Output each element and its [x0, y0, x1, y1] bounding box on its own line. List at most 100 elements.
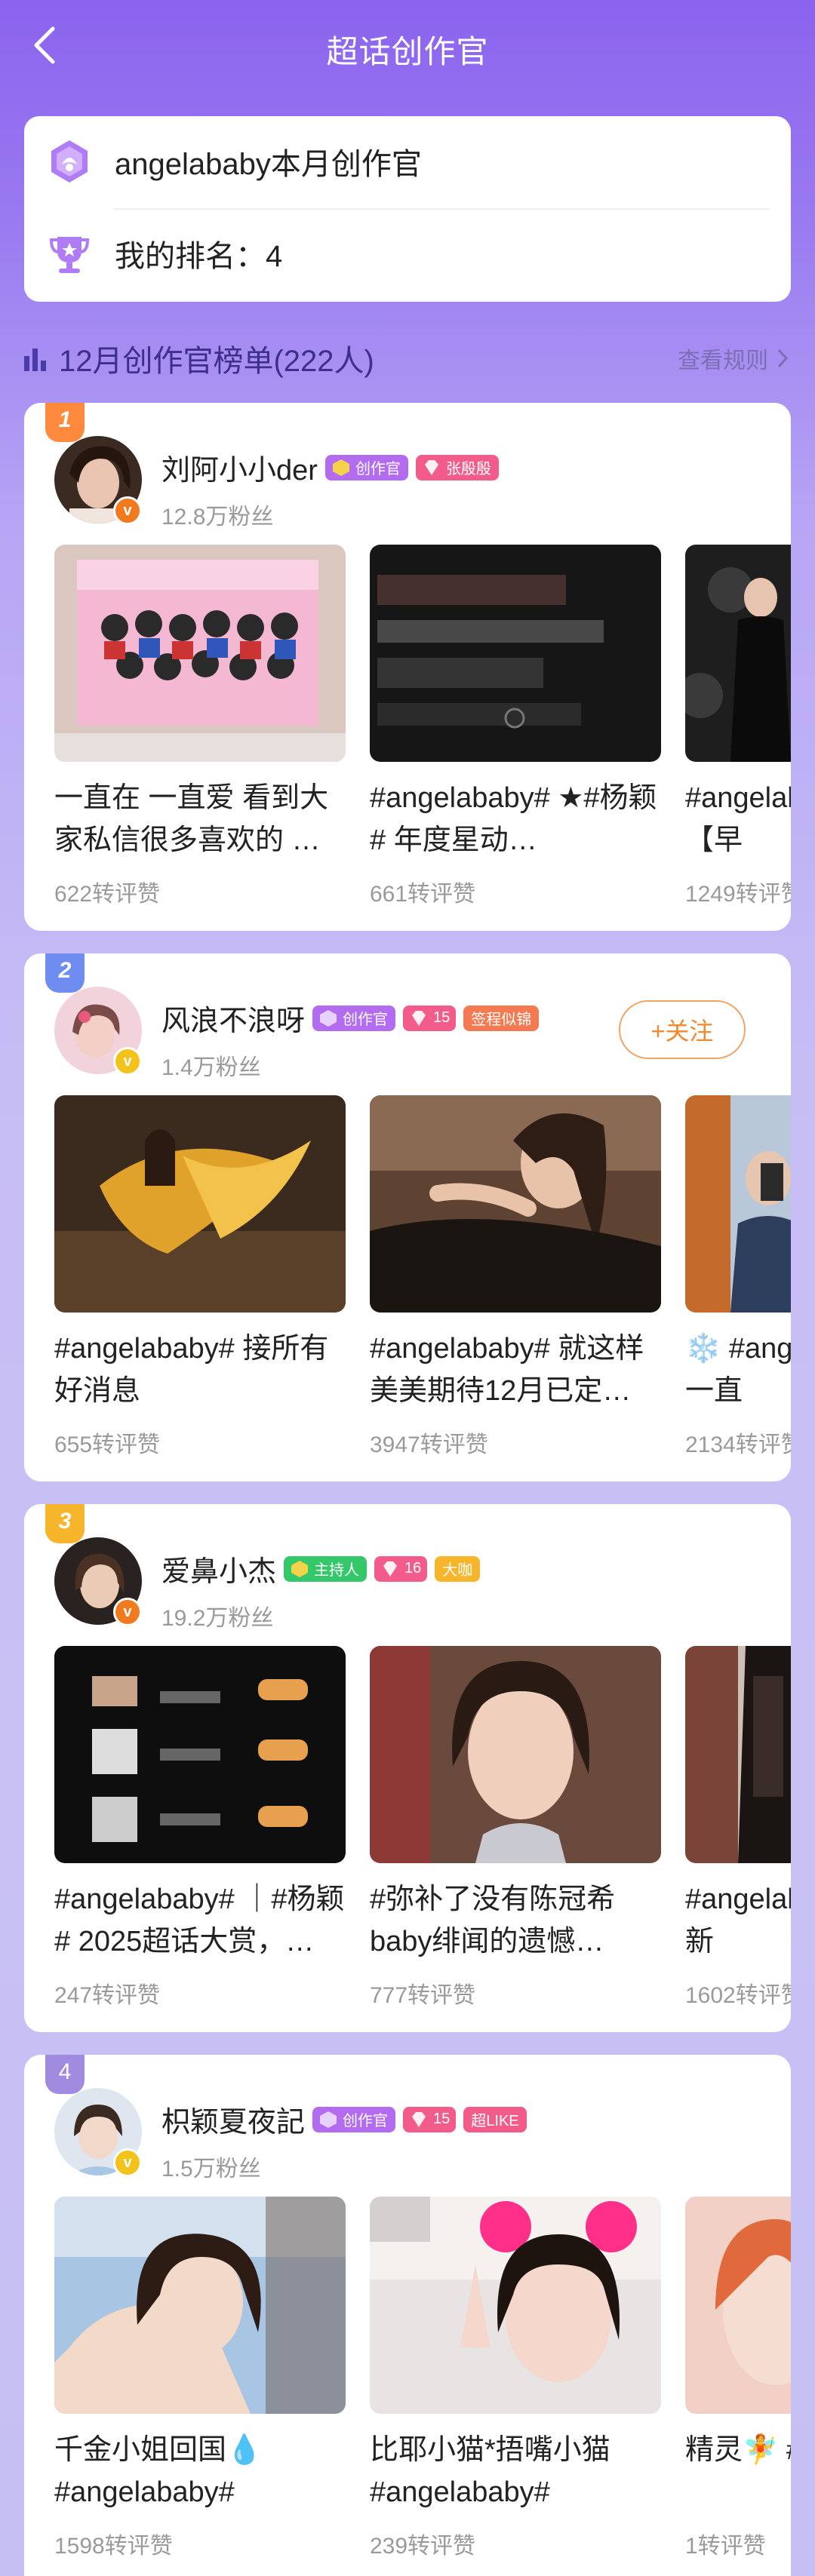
trophy-icon — [49, 237, 90, 273]
post-card[interactable]: #angelababy# ｜#杨颖# 2025超话大赏，… 247转评赞 — [54, 1646, 346, 2010]
post-card[interactable]: 比耶小猫*捂嘴小猫 #angelababy# 239转评赞 — [370, 2197, 661, 2560]
post-card[interactable]: #angelababy#杨颖# 【早 1249转评赞 — [685, 545, 791, 908]
tag-label: 创作官 — [343, 1012, 389, 1028]
post-thumbnail[interactable] — [54, 2197, 346, 2414]
tag-label: 创作官 — [343, 2113, 389, 2129]
creator-label: angelababy本月创作官 — [115, 148, 422, 181]
username[interactable]: 爱鼻小杰 — [161, 1548, 276, 1589]
post-thumbnail[interactable] — [54, 1095, 346, 1313]
post-list: #angelababy# 接所有好消息 655转评赞 #angelababy# … — [54, 1095, 791, 1472]
creator-badge-icon — [51, 140, 88, 183]
rank-badge: 4 — [45, 2055, 85, 2094]
post-stats: 1598转评赞 — [54, 2534, 173, 2559]
post-card[interactable]: 一直在 一直爱 看到大家私信很多喜欢的 … 622转评赞 — [54, 545, 346, 908]
fans-count: 1.4万粉丝 — [161, 1055, 261, 1080]
post-text: #angelababy# ｜#杨颖# 2025超话大赏，… — [54, 1884, 345, 1957]
creator-tag: 创作官 — [324, 454, 408, 481]
verified-badge-icon: v — [113, 1047, 142, 1076]
name-row: 枳颖夏夜記 创作官 15 超LIKE — [161, 2099, 534, 2140]
post-card[interactable]: #angelababy# ★#杨颖# 年度星动… 661转评赞 — [370, 545, 661, 908]
rank-badge: 3 — [45, 1504, 85, 1543]
username[interactable]: 枳颖夏夜記 — [161, 2099, 305, 2140]
post-stats: 661转评赞 — [370, 882, 476, 907]
post-text: #angelababy#杨颖# 【早 — [685, 782, 791, 856]
post-thumbnail[interactable] — [54, 1646, 346, 1863]
tag-label: 超LIKE — [471, 2113, 519, 2129]
level-15-icon — [408, 2108, 430, 2131]
post-card[interactable]: 精灵🧚 #angelababy# 1转评赞 — [685, 2197, 791, 2560]
rank-badge: 2 — [45, 953, 85, 993]
username[interactable]: 刘阿小小der — [161, 447, 318, 488]
post-card[interactable]: #angelababy#杨颖# 愿新 1602转评赞 — [685, 1646, 791, 2010]
post-stats: 777转评赞 — [370, 1983, 476, 2008]
tag-label: 主持人 — [314, 1562, 360, 1579]
post-stats: 239转评赞 — [370, 2534, 476, 2559]
post-card[interactable]: #angelababy# 接所有好消息 655转评赞 — [54, 1095, 346, 1459]
leaderboard-card-2[interactable]: 2 v 风浪不浪呀 创作官 15 签程似锦 1.4万粉丝 +关注 #angela… — [24, 953, 791, 1481]
post-stats: 2134转评赞 — [685, 1432, 791, 1457]
tag-label: 15 — [433, 1009, 451, 1026]
creator-badge-icon — [317, 2108, 340, 2131]
title-tag: 超LIKE — [463, 2106, 527, 2132]
tag-label: 张殷殷 — [445, 461, 491, 477]
post-thumbnail[interactable] — [370, 1646, 661, 1863]
creator-tag: 创作官 — [312, 2106, 396, 2132]
post-thumbnail[interactable] — [54, 545, 346, 762]
rank-badge: 1 — [45, 403, 85, 442]
post-thumbnail[interactable] — [685, 1646, 791, 1863]
post-thumbnail[interactable] — [370, 2197, 661, 2414]
host-badge-icon — [288, 1558, 311, 1580]
name-row: 风浪不浪呀 创作官 15 签程似锦 — [161, 997, 546, 1039]
creator-badge-icon — [330, 456, 352, 479]
leaderboard-header: 12月创作官榜单(222人) 查看规则 — [24, 332, 791, 385]
fan-tag: 张殷殷 — [415, 454, 499, 481]
verified-badge-icon: v — [113, 2148, 142, 2177]
leaderboard-title-group: 12月创作官榜单(222人) — [24, 336, 374, 380]
post-thumbnail[interactable] — [370, 1095, 661, 1313]
fans-count: 1.5万粉丝 — [161, 2157, 261, 2181]
post-list: #angelababy# ｜#杨颖# 2025超话大赏，… 247转评赞 #弥补… — [54, 1646, 791, 2023]
level-15-icon — [408, 1007, 430, 1030]
name-row: 刘阿小小der 创作官 张殷殷 — [161, 447, 506, 488]
bar-chart-icon — [24, 348, 46, 371]
username[interactable]: 风浪不浪呀 — [161, 997, 305, 1039]
level-16-icon — [379, 1558, 401, 1580]
leaderboard-title: 12月创作官榜单(222人) — [59, 345, 374, 378]
leaderboard-card-3[interactable]: 3 v 爱鼻小杰 主持人 16 大咖 19.2万粉丝 #angelababy# … — [24, 1504, 791, 2032]
post-stats: 655转评赞 — [54, 1432, 161, 1457]
post-text: #angelababy# ★#杨颖# 年度星动… — [370, 782, 657, 856]
post-card[interactable]: 千金小姐回国💧 #angelababy# 1598转评赞 — [54, 2197, 346, 2560]
post-stats: 622转评赞 — [54, 882, 161, 907]
post-thumbnail[interactable] — [685, 545, 791, 762]
my-rank-label: 我的排名：4 — [115, 240, 283, 273]
post-stats: 1249转评赞 — [685, 882, 791, 907]
fans-count: 19.2万粉丝 — [161, 1606, 274, 1631]
chevron-left-icon — [34, 26, 55, 64]
leaderboard-card-4[interactable]: 4 v 枳颖夏夜記 创作官 15 超LIKE 1.5万粉丝 千金小姐回国💧 #a… — [24, 2055, 791, 2576]
creator-badge-icon — [317, 1007, 340, 1030]
leaderboard-card-1[interactable]: 1 v 刘阿小小der 创作官 张殷殷 12.8万粉丝 一直在 一直爱 看到大家… — [24, 403, 791, 931]
my-rank-row: 我的排名：4 — [45, 229, 282, 278]
post-stats: 1602转评赞 — [685, 1983, 791, 2008]
follow-button[interactable]: +关注 — [619, 1000, 746, 1059]
post-text: #弥补了没有陈冠希baby绯闻的遗憾… — [370, 1884, 616, 1957]
post-card[interactable]: ❄️ #angelababy# 这样一直 2134转评赞 — [685, 1095, 791, 1459]
level-tag: 15 — [403, 1005, 457, 1031]
title-tag: 大咖 — [435, 1555, 481, 1582]
back-button[interactable] — [21, 23, 66, 68]
post-card[interactable]: #angelababy# 就这样美美期待12月已定… 3947转评赞 — [370, 1095, 661, 1459]
post-card[interactable]: #弥补了没有陈冠希baby绯闻的遗憾… 777转评赞 — [370, 1646, 661, 2010]
divider — [113, 208, 770, 210]
host-tag: 主持人 — [284, 1555, 368, 1582]
view-rules-link[interactable]: 查看规则 — [678, 342, 791, 375]
post-text: 精灵🧚 #angelababy# — [685, 2434, 791, 2466]
creator-row[interactable]: angelababy本月创作官 — [45, 137, 422, 186]
post-stats: 247转评赞 — [54, 1983, 161, 2008]
diamond-icon — [420, 456, 443, 479]
post-thumbnail[interactable] — [685, 2197, 791, 2414]
tag-label: 创作官 — [355, 461, 401, 477]
post-thumbnail[interactable] — [685, 1095, 791, 1313]
creator-summary-card: angelababy本月创作官 我的排名：4 — [24, 116, 791, 302]
post-thumbnail[interactable] — [370, 545, 661, 762]
tag-label: 签程似锦 — [471, 1012, 532, 1028]
